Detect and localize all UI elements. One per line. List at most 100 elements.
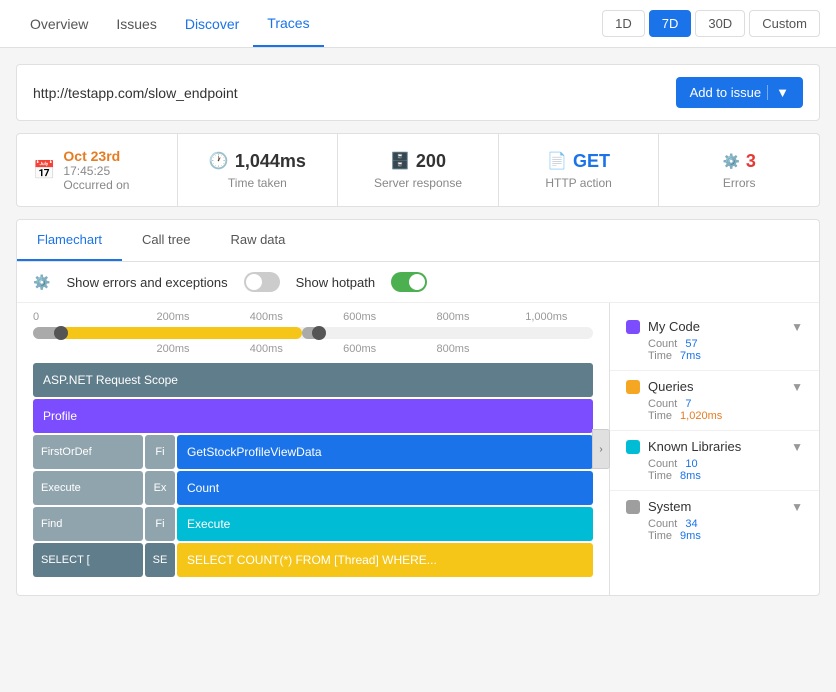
- bar-tag-find[interactable]: Find: [33, 507, 143, 541]
- bar-abbr-se: SE: [145, 543, 175, 577]
- bar-tag-execute[interactable]: Execute: [33, 471, 143, 505]
- http-icon: 📄: [547, 151, 567, 171]
- bar-tag-execute-label: Execute: [41, 482, 81, 494]
- legend-my-code-stats: Count 57 Time 7ms: [626, 338, 803, 362]
- ruler2-600: 600ms: [313, 343, 406, 355]
- legend-my-code-header[interactable]: My Code ▼: [626, 319, 803, 334]
- legend-known-libraries-header[interactable]: Known Libraries ▼: [626, 439, 803, 454]
- legend-panel: My Code ▼ Count 57 Time 7ms: [609, 303, 819, 595]
- ruler-1000: 1,000ms: [500, 311, 593, 323]
- ruler2-800: 800ms: [406, 343, 499, 355]
- occurred-time: 17:45:25: [63, 164, 129, 178]
- nav-traces[interactable]: Traces: [253, 0, 323, 47]
- nav-discover[interactable]: Discover: [171, 0, 253, 47]
- bar-profile-label: Profile: [43, 409, 77, 423]
- bar-abbr-fi-2-label: Fi: [155, 518, 164, 530]
- timeline-ruler-bottom: 200ms 400ms 600ms 800ms: [33, 343, 593, 355]
- legend-known-libraries-dot: [626, 440, 640, 454]
- url-bar: http://testapp.com/slow_endpoint Add to …: [16, 64, 820, 121]
- queries-time-label: Time: [648, 410, 672, 422]
- tab-flamechart[interactable]: Flamechart: [17, 220, 122, 261]
- legend-known-libraries-chevron[interactable]: ▼: [791, 440, 803, 454]
- calendar-icon: 📅: [33, 160, 55, 181]
- time-btn-1d[interactable]: 1D: [602, 10, 645, 37]
- bar-tag-firstordef-label: FirstOrDef: [41, 446, 92, 458]
- system-count-value: 34: [685, 518, 697, 530]
- main-panel: Flamechart Call tree Raw data ⚙️ Show er…: [16, 219, 820, 596]
- timeline-ruler-top: 0 200ms 400ms 600ms 800ms 1,000ms: [33, 311, 593, 323]
- legend-queries-chevron[interactable]: ▼: [791, 380, 803, 394]
- stat-http-action: 📄 GET HTTP action: [499, 134, 660, 206]
- legend-queries-dot: [626, 380, 640, 394]
- ruler2-200: 200ms: [126, 343, 219, 355]
- queries-time-value: 1,020ms: [680, 410, 722, 422]
- stat-server-response: 🗄️ 200 Server response: [338, 134, 499, 206]
- url-text: http://testapp.com/slow_endpoint: [33, 85, 238, 101]
- legend-system-dot: [626, 500, 640, 514]
- bar-content-get-stock[interactable]: GetStockProfileViewData: [177, 435, 593, 469]
- expand-button[interactable]: ›: [592, 429, 610, 469]
- hotpath-toggle[interactable]: [391, 272, 427, 292]
- add-issue-dropdown-arrow[interactable]: ▼: [767, 85, 789, 100]
- slider-handle-left[interactable]: [54, 326, 68, 340]
- legend-my-code-chevron[interactable]: ▼: [791, 320, 803, 334]
- ruler2-400: 400ms: [220, 343, 313, 355]
- server-icon: 🗄️: [390, 151, 410, 171]
- time-btn-custom[interactable]: Custom: [749, 10, 820, 37]
- known-lib-time-value: 8ms: [680, 470, 701, 482]
- server-response-label: Server response: [374, 176, 462, 190]
- my-code-count-label: Count: [648, 338, 677, 350]
- time-taken-value: 1,044ms: [235, 151, 306, 172]
- legend-system-header[interactable]: System ▼: [626, 499, 803, 514]
- bar-content-execute-label: Execute: [187, 517, 230, 531]
- slider-handle-right[interactable]: [312, 326, 326, 340]
- http-action-value: GET: [573, 151, 610, 172]
- flame-left: 0 200ms 400ms 600ms 800ms 1,000ms: [17, 303, 609, 595]
- server-response-value: 200: [416, 151, 446, 172]
- legend-queries-header[interactable]: Queries ▼: [626, 379, 803, 394]
- ruler-0: 0: [33, 311, 126, 323]
- my-code-time-value: 7ms: [680, 350, 701, 362]
- legend-known-libraries: Known Libraries ▼ Count 10 Time 8ms: [610, 431, 819, 491]
- clock-icon: 🕐: [209, 151, 229, 171]
- nav-issues[interactable]: Issues: [102, 0, 170, 47]
- bar-asp-label: ASP.NET Request Scope: [43, 373, 178, 387]
- ruler-800: 800ms: [406, 311, 499, 323]
- occurred-label: Occurred on: [63, 178, 129, 192]
- time-btn-7d[interactable]: 7D: [649, 10, 692, 37]
- time-range-buttons: 1D 7D 30D Custom: [602, 10, 820, 37]
- bar-tag-firstordef[interactable]: FirstOrDef: [33, 435, 143, 469]
- bar-tag-select[interactable]: SELECT [: [33, 543, 143, 577]
- known-lib-count-value: 10: [685, 458, 697, 470]
- errors-toggle[interactable]: [244, 272, 280, 292]
- track-yellow: [61, 327, 302, 339]
- bar-content-count[interactable]: Count: [177, 471, 593, 505]
- add-to-issue-button[interactable]: Add to issue ▼: [676, 77, 803, 108]
- my-code-count-value: 57: [685, 338, 697, 350]
- error-flame-icon: ⚙️: [33, 274, 50, 291]
- ruler-200: 200ms: [126, 311, 219, 323]
- bars-area: ASP.NET Request Scope Profile FirstOrDef…: [17, 355, 609, 595]
- known-lib-count-label: Count: [648, 458, 677, 470]
- bar-abbr-ex-label: Ex: [154, 482, 167, 494]
- show-hotpath-label: Show hotpath: [296, 275, 376, 290]
- time-btn-30d[interactable]: 30D: [695, 10, 745, 37]
- timeline-track[interactable]: [33, 327, 593, 339]
- legend-queries-stats: Count 7 Time 1,020ms: [626, 398, 803, 422]
- top-nav: Overview Issues Discover Traces 1D 7D 30…: [0, 0, 836, 48]
- legend-queries: Queries ▼ Count 7 Time 1,020ms: [610, 371, 819, 431]
- system-time-label: Time: [648, 530, 672, 542]
- legend-system-chevron[interactable]: ▼: [791, 500, 803, 514]
- nav-overview[interactable]: Overview: [16, 0, 102, 47]
- timeline-area: 0 200ms 400ms 600ms 800ms 1,000ms: [17, 303, 609, 355]
- bar-profile[interactable]: Profile: [33, 399, 593, 433]
- bar-content-execute[interactable]: Execute: [177, 507, 593, 541]
- bar-content-select[interactable]: SELECT COUNT(*) FROM [Thread] WHERE...: [177, 543, 593, 577]
- bar-asp-net[interactable]: ASP.NET Request Scope: [33, 363, 593, 397]
- tab-raw-data[interactable]: Raw data: [210, 220, 305, 261]
- stats-bar: 📅 Oct 23rd 17:45:25 Occurred on 🕐 1,044m…: [16, 133, 820, 207]
- ruler-400: 400ms: [220, 311, 313, 323]
- tab-call-tree[interactable]: Call tree: [122, 220, 210, 261]
- queries-count-value: 7: [685, 398, 691, 410]
- stat-time-taken: 🕐 1,044ms Time taken: [178, 134, 339, 206]
